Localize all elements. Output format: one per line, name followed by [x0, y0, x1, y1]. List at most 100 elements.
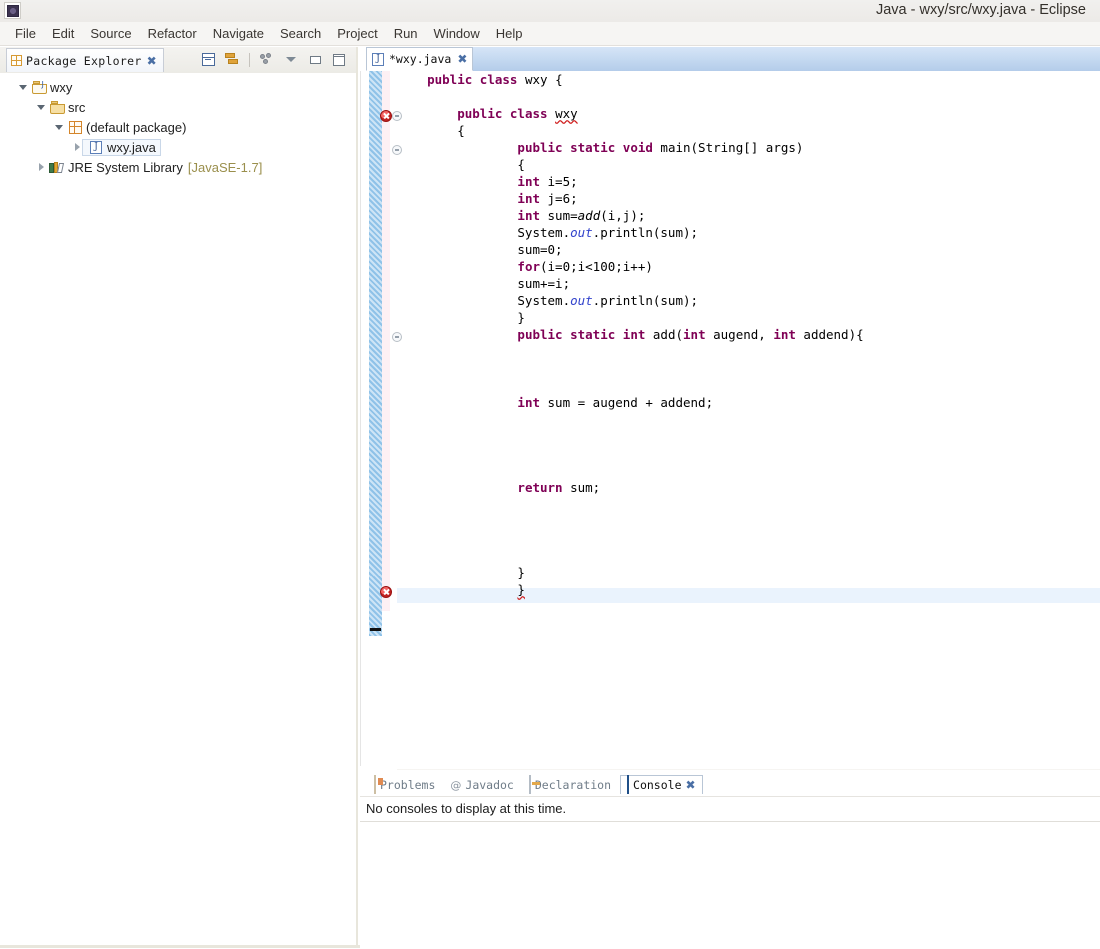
bottom-tab-label: Console	[633, 778, 682, 792]
tab-declaration[interactable]: Declaration	[523, 774, 617, 794]
package-icon	[66, 120, 84, 134]
console-separator	[360, 821, 1100, 822]
code-line: {	[397, 123, 465, 138]
code-line: return sum;	[517, 480, 601, 495]
tree-item-content: Jwxy	[30, 80, 72, 95]
bottom-tab-label: Javadoc	[465, 777, 514, 792]
code-line: int sum=add(i,j);	[517, 208, 646, 223]
error-marker[interactable]	[380, 110, 392, 122]
tree-item-default-package[interactable]: (default package)	[0, 117, 356, 137]
close-icon[interactable]: ✖	[147, 55, 157, 67]
twisty-expanded-icon[interactable]	[52, 124, 66, 130]
tab-package-explorer[interactable]: Package Explorer ✖	[6, 48, 164, 72]
java-project-icon: J	[30, 80, 48, 94]
window-titlebar: Java - wxy/src/wxy.java - Eclipse	[0, 0, 1100, 23]
tree-item-src[interactable]: src	[0, 97, 356, 117]
menu-project[interactable]: Project	[329, 24, 385, 43]
tree-item-wxy[interactable]: Jwxy	[0, 77, 356, 97]
menu-run[interactable]: Run	[386, 24, 426, 43]
code-text[interactable]: public class wxy { public class wxy { pu…	[397, 71, 1097, 598]
menu-edit[interactable]: Edit	[44, 24, 82, 43]
editor-body[interactable]: public class wxy { public class wxy { pu…	[360, 71, 1100, 786]
package-explorer-view: Package Explorer ✖ Jwxy src (default pac…	[0, 47, 358, 948]
package-explorer-tabrow: Package Explorer ✖	[0, 47, 356, 73]
twisty-collapsed-icon[interactable]	[34, 163, 48, 171]
close-icon[interactable]: ✖	[686, 779, 696, 791]
declaration-icon	[528, 774, 531, 794]
bottom-tab-label: Declaration	[534, 777, 612, 792]
change-bar-ruler	[369, 71, 382, 591]
menu-window[interactable]: Window	[426, 24, 488, 43]
tab-console[interactable]: Console ✖	[620, 775, 703, 794]
caret-position-marker	[370, 628, 381, 631]
tab-javadoc[interactable]: @ Javadoc	[444, 775, 519, 794]
java-file-icon: J	[372, 52, 384, 66]
twisty-expanded-icon[interactable]	[16, 84, 30, 90]
maximize-icon	[333, 53, 345, 66]
menu-help[interactable]: Help	[488, 24, 531, 43]
twisty-expanded-icon[interactable]	[34, 104, 48, 110]
menu-refactor[interactable]: Refactor	[140, 24, 205, 43]
code-line: public class wxy	[457, 106, 578, 121]
tree-item-wxy-java[interactable]: Jwxy.java	[0, 137, 356, 157]
tab-wxy-java[interactable]: J *wxy.java ✖	[366, 47, 474, 71]
bottom-panel-tabrow: Problems @ Javadoc Declaration Console ✖	[368, 774, 703, 794]
collapse-all-icon	[201, 53, 215, 66]
tree-item-content: (default package)	[66, 120, 186, 135]
tree-item-jre-system-library[interactable]: JRE System Library [JavaSE-1.7]	[0, 157, 356, 177]
code-line: for(i=0;i<100;i++)	[517, 259, 653, 274]
tree-item-label: wxy	[50, 79, 73, 95]
close-icon[interactable]: ✖	[457, 53, 467, 65]
menu-navigate[interactable]: Navigate	[205, 24, 272, 43]
code-line: public static int add(int augend, int ad…	[517, 327, 864, 342]
console-icon	[627, 775, 630, 794]
package-explorer-icon	[11, 55, 22, 66]
code-line: System.out.println(sum);	[397, 225, 699, 240]
view-menu-button[interactable]	[282, 51, 300, 68]
menubar: File Edit Source Refactor Navigate Search Proj…	[0, 22, 1100, 46]
editor-console-divider[interactable]	[360, 766, 1100, 769]
code-line: {	[397, 157, 525, 172]
error-marker[interactable]	[380, 586, 392, 598]
jre-library-icon	[48, 161, 66, 174]
editor-tabrow: J *wxy.java ✖	[366, 47, 1100, 71]
tree-item-suffix: [JavaSE-1.7]	[187, 159, 263, 175]
tree-item-label: JRE System Library	[68, 159, 183, 175]
code-line: public static void main(String[] args)	[517, 140, 804, 155]
editor-area: J *wxy.java ✖ public class wxy { public …	[360, 47, 1100, 786]
menu-source[interactable]: Source	[82, 24, 139, 43]
console-message: No consoles to display at this time.	[366, 801, 567, 816]
view-filters-button[interactable]	[258, 51, 276, 68]
menu-search[interactable]: Search	[272, 24, 329, 43]
maximize-view-button[interactable]	[330, 51, 348, 68]
tree-item-content: Jwxy.java	[82, 138, 161, 156]
project-tree: Jwxy src (default package) Jwxy.java JRE Sys…	[0, 77, 356, 177]
code-line: int sum = augend + addend;	[517, 395, 714, 410]
package-explorer-tab-label: Package Explorer	[26, 53, 142, 68]
tab-problems[interactable]: Problems	[368, 774, 441, 794]
problems-icon	[374, 774, 376, 794]
eclipse-icon-glyph	[6, 4, 19, 17]
source-folder-icon	[48, 100, 66, 114]
tree-item-content: src	[48, 100, 85, 115]
collapse-all-button[interactable]	[199, 51, 217, 68]
code-line: int j=6;	[517, 191, 578, 206]
bottom-tab-label: Problems	[380, 777, 436, 792]
code-line: }	[397, 565, 525, 580]
tree-item-content: JRE System Library [JavaSE-1.7]	[48, 160, 262, 175]
bottom-panel: Problems @ Javadoc Declaration Console ✖ No c…	[360, 770, 1100, 949]
console-body[interactable]: No consoles to display at this time.	[360, 796, 1100, 949]
minimize-view-button[interactable]	[306, 51, 324, 68]
link-with-editor-button[interactable]	[223, 51, 241, 68]
menu-file[interactable]: File	[7, 24, 44, 43]
code-line: sum+=i;	[397, 276, 571, 291]
